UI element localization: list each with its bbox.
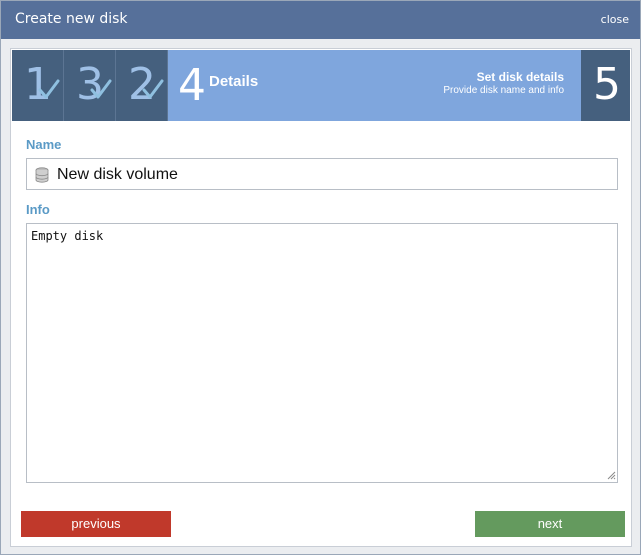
checkmark-icon xyxy=(90,79,112,99)
info-label: Info xyxy=(26,202,50,217)
current-step-number: 4 xyxy=(178,60,206,111)
name-input[interactable] xyxy=(57,164,612,186)
create-disk-dialog: Create new disk close 1 3 2 4 Details Se… xyxy=(0,0,641,555)
checkmark-icon xyxy=(38,79,60,99)
step-completed-2[interactable]: 3 xyxy=(64,50,116,121)
next-button[interactable]: next xyxy=(475,511,625,537)
close-button[interactable]: close xyxy=(601,13,629,26)
info-textarea[interactable]: Empty disk xyxy=(26,223,618,483)
dialog-titlebar: Create new disk close xyxy=(1,1,640,39)
step-completed-1[interactable]: 1 xyxy=(12,50,64,121)
next-step-number: 5 xyxy=(593,59,621,110)
name-field[interactable] xyxy=(26,158,618,190)
checkmark-icon xyxy=(142,79,164,99)
step-completed-3[interactable]: 2 xyxy=(116,50,168,121)
step-info-subtitle: Provide disk name and info xyxy=(443,85,564,96)
name-label: Name xyxy=(26,137,62,152)
step-next: 5 xyxy=(581,50,630,121)
resize-grip-icon[interactable] xyxy=(606,470,616,480)
previous-button[interactable]: previous xyxy=(21,511,171,537)
disk-stack-icon xyxy=(35,167,49,183)
step-info-title: Set disk details xyxy=(476,70,564,84)
current-step-label: Details xyxy=(209,73,259,90)
wizard-steps: 1 3 2 4 Details Set disk details Provide… xyxy=(12,50,630,121)
step-info: Set disk details Provide disk name and i… xyxy=(443,70,564,97)
dialog-title: Create new disk xyxy=(15,11,128,27)
dialog-panel: 1 3 2 4 Details Set disk details Provide… xyxy=(10,48,632,547)
